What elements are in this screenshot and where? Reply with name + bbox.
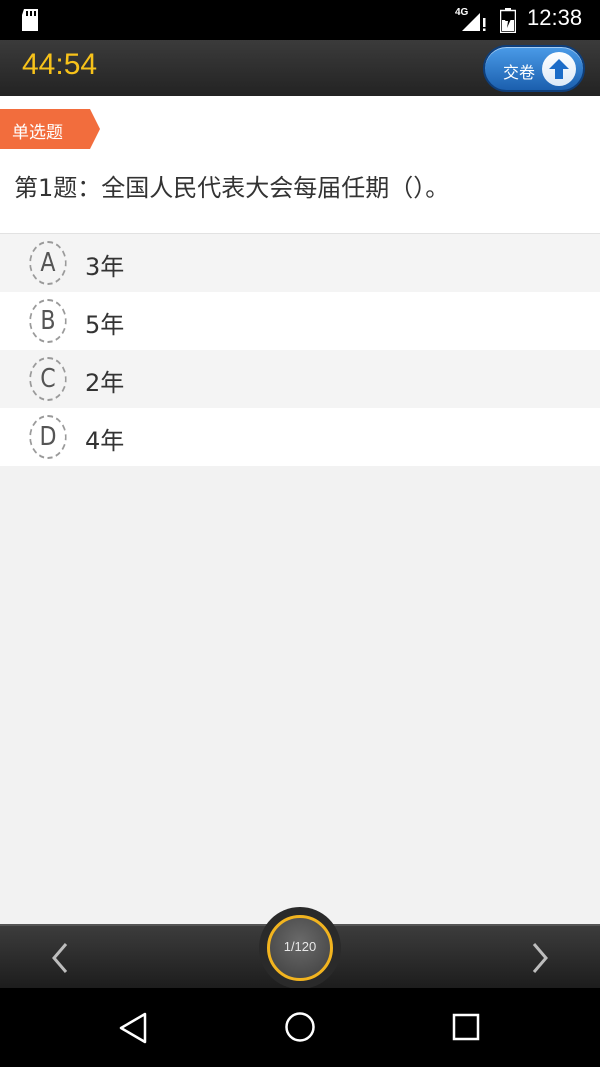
- question-navigation-bar: 1/120: [0, 907, 600, 989]
- clock: 12:38: [527, 5, 583, 30]
- back-icon[interactable]: [118, 1012, 148, 1044]
- option-letter-badge: A: [29, 241, 67, 285]
- page-indicator-ring: 1/120: [267, 915, 333, 981]
- exam-header: 44:54 交卷: [0, 40, 600, 96]
- option-text: 4年: [85, 427, 125, 455]
- option-d[interactable]: D 4年: [0, 408, 600, 466]
- sd-card-icon: [22, 9, 38, 31]
- submit-exam-label: 交卷: [503, 63, 536, 82]
- option-c[interactable]: C 2年: [0, 350, 600, 408]
- answer-options: A 3年 B 5年 C 2年 D 4年: [0, 234, 600, 466]
- upload-arrow-icon: [542, 52, 576, 86]
- option-a[interactable]: A 3年: [0, 234, 600, 292]
- submit-exam-button[interactable]: 交卷: [483, 45, 585, 92]
- option-text: 2年: [85, 369, 125, 397]
- system-navigation-bar: [0, 988, 600, 1067]
- battery-icon: [500, 8, 516, 33]
- chevron-left-icon[interactable]: [48, 940, 72, 976]
- question-type-tag: 单选题: [0, 109, 100, 149]
- page-indicator[interactable]: 1/120: [259, 907, 341, 989]
- page-counter: 1/120: [283, 939, 317, 954]
- option-letter-badge: B: [29, 299, 67, 343]
- option-text: 3年: [85, 253, 125, 281]
- home-icon[interactable]: [284, 1011, 316, 1043]
- option-b[interactable]: B 5年: [0, 292, 600, 350]
- option-text: 5年: [85, 311, 125, 339]
- signal-icon: [462, 13, 486, 31]
- countdown-timer: 44:54: [22, 48, 98, 81]
- option-letter-badge: D: [29, 415, 67, 459]
- recent-apps-icon[interactable]: [452, 1013, 480, 1041]
- chevron-right-icon[interactable]: [528, 940, 552, 976]
- option-letter-badge: C: [29, 357, 67, 401]
- question-card: 单选题 第1题：全国人民代表大会每届任期（）。: [0, 96, 600, 234]
- question-text: 第1题：全国人民代表大会每届任期（）。: [14, 174, 450, 202]
- status-bar: 4G 12:38: [0, 0, 600, 40]
- question-type-label: 单选题: [12, 123, 63, 143]
